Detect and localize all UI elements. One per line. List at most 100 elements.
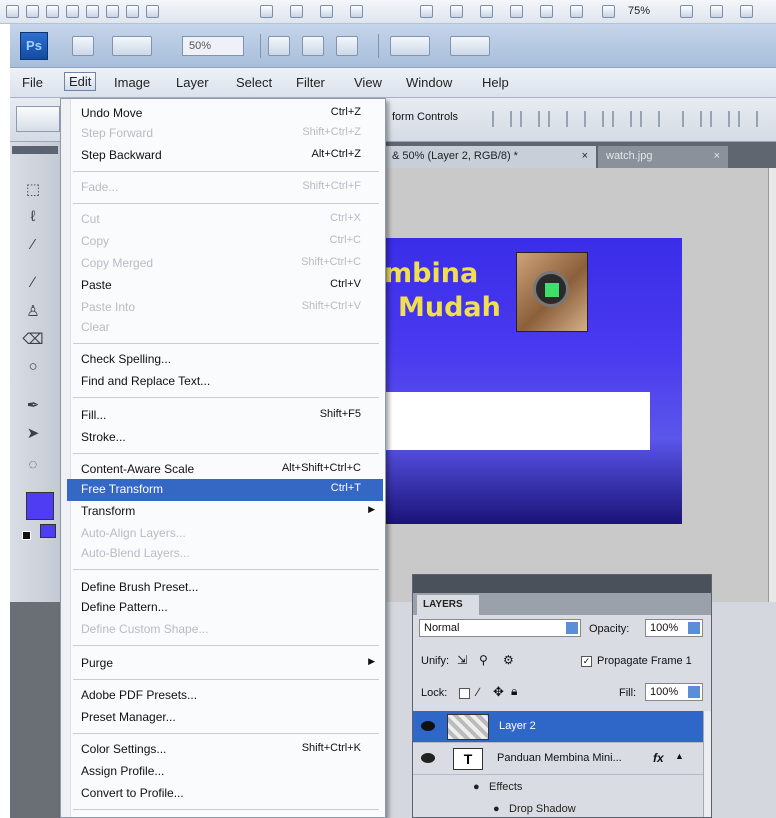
unify-visibility-icon[interactable]: ⚲ [479,653,488,667]
unify-style-icon[interactable]: ⚙ [503,653,514,667]
brush-tool-icon[interactable]: ∕ [22,274,44,292]
menu-item-free-transform[interactable]: Free Transform Ctrl+T [67,479,383,501]
eye-icon[interactable] [421,753,435,763]
quick-launch-icon[interactable] [86,5,99,18]
quick-launch-icon[interactable] [6,5,19,18]
layers-scrollbar[interactable] [703,711,711,817]
menu-window[interactable]: Window [406,75,452,90]
quick-launch-icon[interactable] [570,5,583,18]
menu-select[interactable]: Select [236,75,272,90]
distribute-top-icon[interactable] [584,111,604,127]
close-tab-icon[interactable]: × [582,150,588,162]
menu-item-color-settings[interactable]: Color Settings... Shift+Ctrl+K [67,739,383,761]
magic-wand-tool-icon[interactable]: ⁄ [22,236,44,254]
quick-launch-icon[interactable] [450,5,463,18]
bridge-button[interactable] [72,36,94,56]
menu-item-stroke[interactable]: Stroke... [67,427,383,449]
propagate-checkbox[interactable]: ✓ [581,656,592,667]
align-left-icon[interactable] [682,111,702,127]
quick-launch-icon[interactable] [146,5,159,18]
toolbox-grip[interactable] [12,146,58,154]
menu-file[interactable]: File [22,75,43,90]
lock-pixels-icon[interactable]: ∕ [477,685,479,699]
quick-launch-icon[interactable] [126,5,139,18]
dodge-tool-icon[interactable]: ○ [22,358,44,376]
align-bottom-icon[interactable] [548,111,568,127]
path-selection-tool-icon[interactable]: ➤ [22,424,44,442]
quick-launch-icon[interactable] [290,5,303,18]
foreground-color-swatch[interactable] [26,492,54,520]
menu-item-check-spelling[interactable]: Check Spelling... [67,349,383,371]
menu-item-preset-manager[interactable]: Preset Manager... [67,707,383,729]
clone-stamp-tool-icon[interactable]: ♙ [22,302,44,320]
menu-item-find-replace[interactable]: Find and Replace Text... [67,371,383,393]
menu-item-content-aware-scale[interactable]: Content-Aware Scale Alt+Shift+Ctrl+C [67,459,383,481]
menu-view[interactable]: View [354,75,382,90]
quick-launch-icon[interactable] [320,5,333,18]
default-colors-icon[interactable] [22,531,31,540]
quick-launch-icon[interactable] [602,5,615,18]
align-center-icon[interactable] [520,111,540,127]
menu-layer[interactable]: Layer [176,75,209,90]
menu-edit[interactable]: Edit [64,72,97,91]
panel-header[interactable] [413,575,711,593]
menu-item-assign-profile[interactable]: Assign Profile... [67,761,383,783]
quick-launch-icon[interactable] [66,5,79,18]
quick-launch-icon[interactable] [420,5,433,18]
menu-help[interactable]: Help [482,75,509,90]
menu-item-convert-to-profile[interactable]: Convert to Profile... [67,783,383,805]
view-extras-button[interactable] [112,36,152,56]
lock-transparency-icon[interactable] [459,688,470,699]
fx-icon[interactable]: fx [653,751,664,765]
lock-all-icon[interactable]: 🔒︎ [511,684,517,699]
menu-filter[interactable]: Filter [296,75,325,90]
menu-item-purge[interactable]: Purge ▶ [67,653,383,675]
layer-row-text[interactable]: T Panduan Membina Mini... fx ▲ [413,743,703,775]
quick-launch-icon[interactable] [740,5,753,18]
quick-launch-icon[interactable] [106,5,119,18]
quick-launch-icon[interactable] [260,5,273,18]
lock-position-icon[interactable]: ✥ [493,684,504,700]
hand-tool-icon[interactable] [268,36,290,56]
blend-mode-select[interactable]: Normal [419,619,581,637]
quick-launch-icon[interactable] [350,5,363,18]
menu-item-step-backward[interactable]: Step Backward Alt+Ctrl+Z [67,145,383,167]
quick-launch-icon[interactable] [46,5,59,18]
quick-launch-icon[interactable] [26,5,39,18]
align-right-icon[interactable] [738,111,758,127]
tab-active-document[interactable]: & 50% (Layer 2, RGB/8) * × [384,146,596,168]
distribute-center-icon[interactable] [612,111,632,127]
opacity-field[interactable]: 100% [645,619,703,637]
drop-shadow-eye-icon[interactable]: ● [493,803,500,815]
menu-item-define-pattern[interactable]: Define Pattern... [67,597,383,619]
menu-item-undo-move[interactable]: Undo Move Ctrl+Z [67,103,383,125]
rotate-3d-tool-icon[interactable]: ◌ [22,456,44,474]
screen-mode-button[interactable] [450,36,490,56]
fill-field[interactable]: 100% [645,683,703,701]
menu-item-adobe-pdf-presets[interactable]: Adobe PDF Presets... [67,685,383,707]
tool-preset-picker[interactable] [16,106,60,132]
vertical-scrollbar[interactable] [768,168,776,602]
rotate-view-icon[interactable] [336,36,358,56]
arrange-documents-button[interactable] [390,36,430,56]
tab-layers[interactable]: LAYERS [417,595,479,615]
quick-launch-icon[interactable] [540,5,553,18]
lasso-tool-icon[interactable]: ℓ [22,208,44,226]
quick-launch-icon[interactable] [710,5,723,18]
menu-item-fill[interactable]: Fill... Shift+F5 [67,405,383,427]
align-hcenter-icon[interactable] [710,111,730,127]
quick-launch-icon[interactable] [680,5,693,18]
unify-position-icon[interactable]: ⇲ [457,653,467,667]
menu-item-transform[interactable]: Transform ▶ [67,501,383,523]
pen-tool-icon[interactable]: ✒ [22,396,44,414]
menu-image[interactable]: Image [114,75,150,90]
quick-launch-icon[interactable] [480,5,493,18]
menu-item-paste[interactable]: Paste Ctrl+V [67,275,383,297]
zoom-tool-icon[interactable] [302,36,324,56]
effects-eye-icon[interactable]: ● [473,781,480,793]
tab-watch-jpg[interactable]: watch.jpg × [598,146,728,168]
quick-launch-icon[interactable] [510,5,523,18]
eraser-tool-icon[interactable]: ⌫ [22,330,44,348]
layer-row-layer-2[interactable]: Layer 2 [413,711,703,743]
distribute-bottom-icon[interactable] [640,111,660,127]
